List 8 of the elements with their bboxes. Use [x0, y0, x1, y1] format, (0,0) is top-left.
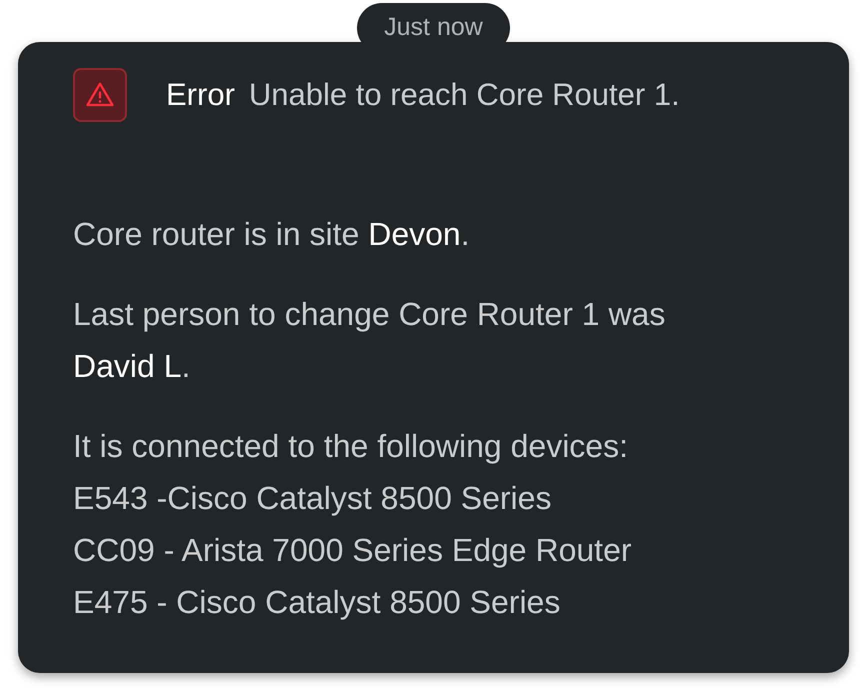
alert-label: Error: [166, 76, 235, 114]
info-paragraph: Last person to change Core Router 1 was David L.: [73, 295, 666, 386]
device-line: E543 -Cisco Catalyst 8500 Series: [73, 479, 552, 518]
devices-intro: It is connected to the following devices:: [73, 427, 629, 466]
device-line: CC09 - Arista 7000 Series Edge Router: [73, 531, 633, 570]
device-line: E475 - Cisco Catalyst 8500 Series: [73, 583, 562, 622]
info-paragraph: Core router is in site Devon.: [73, 215, 471, 254]
alert-message: Unable to reach Core Router 1.: [248, 76, 680, 114]
